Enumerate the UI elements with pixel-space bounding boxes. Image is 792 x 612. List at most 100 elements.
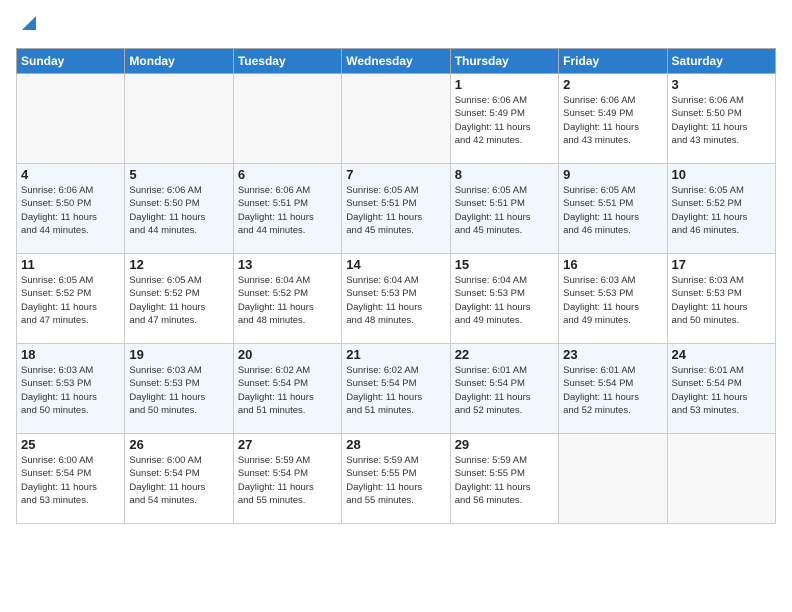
calendar-cell: 6 Sunrise: 6:06 AM Sunset: 5:51 PM Daylig… bbox=[233, 164, 341, 254]
column-header-friday: Friday bbox=[559, 49, 667, 74]
day-number: 8 bbox=[455, 167, 554, 182]
day-number: 3 bbox=[672, 77, 771, 92]
column-header-wednesday: Wednesday bbox=[342, 49, 450, 74]
day-number: 6 bbox=[238, 167, 337, 182]
day-info: Sunrise: 6:02 AM Sunset: 5:54 PM Dayligh… bbox=[346, 364, 445, 417]
calendar-cell: 7 Sunrise: 6:05 AM Sunset: 5:51 PM Daylig… bbox=[342, 164, 450, 254]
calendar-cell: 13 Sunrise: 6:04 AM Sunset: 5:52 PM Dayli… bbox=[233, 254, 341, 344]
calendar-cell: 23 Sunrise: 6:01 AM Sunset: 5:54 PM Dayli… bbox=[559, 344, 667, 434]
calendar-cell: 20Sunrise: 6:02 AM Sunset: 5:54 PM Dayli… bbox=[233, 344, 341, 434]
day-info: Sunrise: 6:01 AM Sunset: 5:54 PM Dayligh… bbox=[455, 364, 554, 417]
calendar-cell bbox=[667, 434, 775, 524]
day-info: Sunrise: 6:05 AM Sunset: 5:52 PM Dayligh… bbox=[129, 274, 228, 327]
day-number: 18 bbox=[21, 347, 120, 362]
day-info: Sunrise: 6:01 AM Sunset: 5:54 PM Dayligh… bbox=[563, 364, 662, 417]
column-header-monday: Monday bbox=[125, 49, 233, 74]
day-info: Sunrise: 6:03 AM Sunset: 5:53 PM Dayligh… bbox=[672, 274, 771, 327]
day-info: Sunrise: 6:06 AM Sunset: 5:49 PM Dayligh… bbox=[455, 94, 554, 147]
day-info: Sunrise: 6:04 AM Sunset: 5:53 PM Dayligh… bbox=[346, 274, 445, 327]
calendar-cell: 2Sunrise: 6:06 AM Sunset: 5:49 PM Daylig… bbox=[559, 74, 667, 164]
calendar-cell bbox=[342, 74, 450, 164]
day-info: Sunrise: 6:03 AM Sunset: 5:53 PM Dayligh… bbox=[129, 364, 228, 417]
day-info: Sunrise: 6:02 AM Sunset: 5:54 PM Dayligh… bbox=[238, 364, 337, 417]
day-number: 22 bbox=[455, 347, 554, 362]
day-number: 4 bbox=[21, 167, 120, 182]
day-info: Sunrise: 6:03 AM Sunset: 5:53 PM Dayligh… bbox=[21, 364, 120, 417]
calendar-cell: 9 Sunrise: 6:05 AM Sunset: 5:51 PM Daylig… bbox=[559, 164, 667, 254]
day-number: 1 bbox=[455, 77, 554, 92]
column-header-saturday: Saturday bbox=[667, 49, 775, 74]
day-info: Sunrise: 6:03 AM Sunset: 5:53 PM Dayligh… bbox=[563, 274, 662, 327]
day-info: Sunrise: 6:00 AM Sunset: 5:54 PM Dayligh… bbox=[129, 454, 228, 507]
calendar-cell: 15 Sunrise: 6:04 AM Sunset: 5:53 PM Dayli… bbox=[450, 254, 558, 344]
calendar-cell: 29Sunrise: 5:59 AM Sunset: 5:55 PM Dayli… bbox=[450, 434, 558, 524]
logo-arrow-icon bbox=[18, 12, 40, 34]
day-info: Sunrise: 5:59 AM Sunset: 5:55 PM Dayligh… bbox=[346, 454, 445, 507]
logo bbox=[16, 16, 40, 40]
calendar-cell: 5 Sunrise: 6:06 AM Sunset: 5:50 PM Daylig… bbox=[125, 164, 233, 254]
calendar-cell: 8 Sunrise: 6:05 AM Sunset: 5:51 PM Daylig… bbox=[450, 164, 558, 254]
calendar-cell: 18 Sunrise: 6:03 AM Sunset: 5:53 PM Dayli… bbox=[17, 344, 125, 434]
column-header-sunday: Sunday bbox=[17, 49, 125, 74]
day-number: 7 bbox=[346, 167, 445, 182]
calendar-week-row: 4 Sunrise: 6:06 AM Sunset: 5:50 PM Daylig… bbox=[17, 164, 776, 254]
calendar-cell: 12 Sunrise: 6:05 AM Sunset: 5:52 PM Dayli… bbox=[125, 254, 233, 344]
calendar-cell: 28 Sunrise: 5:59 AM Sunset: 5:55 PM Dayli… bbox=[342, 434, 450, 524]
day-info: Sunrise: 5:59 AM Sunset: 5:54 PM Dayligh… bbox=[238, 454, 337, 507]
day-number: 27 bbox=[238, 437, 337, 452]
calendar-cell: 27 Sunrise: 5:59 AM Sunset: 5:54 PM Dayli… bbox=[233, 434, 341, 524]
day-info: Sunrise: 6:04 AM Sunset: 5:53 PM Dayligh… bbox=[455, 274, 554, 327]
calendar-cell: 3 Sunrise: 6:06 AM Sunset: 5:50 PM Daylig… bbox=[667, 74, 775, 164]
day-info: Sunrise: 6:05 AM Sunset: 5:51 PM Dayligh… bbox=[563, 184, 662, 237]
day-number: 25 bbox=[21, 437, 120, 452]
day-number: 14 bbox=[346, 257, 445, 272]
day-number: 16 bbox=[563, 257, 662, 272]
day-number: 24 bbox=[672, 347, 771, 362]
calendar-cell: 14 Sunrise: 6:04 AM Sunset: 5:53 PM Dayli… bbox=[342, 254, 450, 344]
day-info: Sunrise: 6:06 AM Sunset: 5:50 PM Dayligh… bbox=[21, 184, 120, 237]
day-info: Sunrise: 6:04 AM Sunset: 5:52 PM Dayligh… bbox=[238, 274, 337, 327]
calendar-cell bbox=[17, 74, 125, 164]
day-number: 13 bbox=[238, 257, 337, 272]
calendar-week-row: 11 Sunrise: 6:05 AM Sunset: 5:52 PM Dayli… bbox=[17, 254, 776, 344]
calendar-cell bbox=[559, 434, 667, 524]
calendar-week-row: 1 Sunrise: 6:06 AM Sunset: 5:49 PM Daylig… bbox=[17, 74, 776, 164]
day-number: 29 bbox=[455, 437, 554, 452]
day-number: 10 bbox=[672, 167, 771, 182]
day-info: Sunrise: 6:05 AM Sunset: 5:52 PM Dayligh… bbox=[672, 184, 771, 237]
calendar-cell: 11 Sunrise: 6:05 AM Sunset: 5:52 PM Dayli… bbox=[17, 254, 125, 344]
day-info: Sunrise: 6:01 AM Sunset: 5:54 PM Dayligh… bbox=[672, 364, 771, 417]
day-number: 12 bbox=[129, 257, 228, 272]
calendar-cell: 4 Sunrise: 6:06 AM Sunset: 5:50 PM Daylig… bbox=[17, 164, 125, 254]
day-number: 17 bbox=[672, 257, 771, 272]
day-number: 26 bbox=[129, 437, 228, 452]
day-number: 2 bbox=[563, 77, 662, 92]
calendar-table: SundayMondayTuesdayWednesdayThursdayFrid… bbox=[16, 48, 776, 524]
column-header-tuesday: Tuesday bbox=[233, 49, 341, 74]
day-info: Sunrise: 6:05 AM Sunset: 5:52 PM Dayligh… bbox=[21, 274, 120, 327]
day-number: 23 bbox=[563, 347, 662, 362]
calendar-week-row: 18 Sunrise: 6:03 AM Sunset: 5:53 PM Dayli… bbox=[17, 344, 776, 434]
day-info: Sunrise: 6:05 AM Sunset: 5:51 PM Dayligh… bbox=[346, 184, 445, 237]
page-header bbox=[16, 16, 776, 40]
day-number: 9 bbox=[563, 167, 662, 182]
day-number: 5 bbox=[129, 167, 228, 182]
day-info: Sunrise: 6:06 AM Sunset: 5:50 PM Dayligh… bbox=[672, 94, 771, 147]
calendar-cell: 22 Sunrise: 6:01 AM Sunset: 5:54 PM Dayli… bbox=[450, 344, 558, 434]
day-info: Sunrise: 6:00 AM Sunset: 5:54 PM Dayligh… bbox=[21, 454, 120, 507]
day-info: Sunrise: 6:06 AM Sunset: 5:51 PM Dayligh… bbox=[238, 184, 337, 237]
day-number: 11 bbox=[21, 257, 120, 272]
day-number: 28 bbox=[346, 437, 445, 452]
day-info: Sunrise: 6:06 AM Sunset: 5:50 PM Dayligh… bbox=[129, 184, 228, 237]
day-info: Sunrise: 6:05 AM Sunset: 5:51 PM Dayligh… bbox=[455, 184, 554, 237]
day-number: 21 bbox=[346, 347, 445, 362]
calendar-cell: 21 Sunrise: 6:02 AM Sunset: 5:54 PM Dayli… bbox=[342, 344, 450, 434]
calendar-cell: 17 Sunrise: 6:03 AM Sunset: 5:53 PM Dayli… bbox=[667, 254, 775, 344]
calendar-cell: 26 Sunrise: 6:00 AM Sunset: 5:54 PM Dayli… bbox=[125, 434, 233, 524]
calendar-week-row: 25 Sunrise: 6:00 AM Sunset: 5:54 PM Dayli… bbox=[17, 434, 776, 524]
calendar-cell: 25 Sunrise: 6:00 AM Sunset: 5:54 PM Dayli… bbox=[17, 434, 125, 524]
calendar-cell: 16 Sunrise: 6:03 AM Sunset: 5:53 PM Dayli… bbox=[559, 254, 667, 344]
day-number: 19 bbox=[129, 347, 228, 362]
day-number: 15 bbox=[455, 257, 554, 272]
calendar-cell: 24 Sunrise: 6:01 AM Sunset: 5:54 PM Dayli… bbox=[667, 344, 775, 434]
